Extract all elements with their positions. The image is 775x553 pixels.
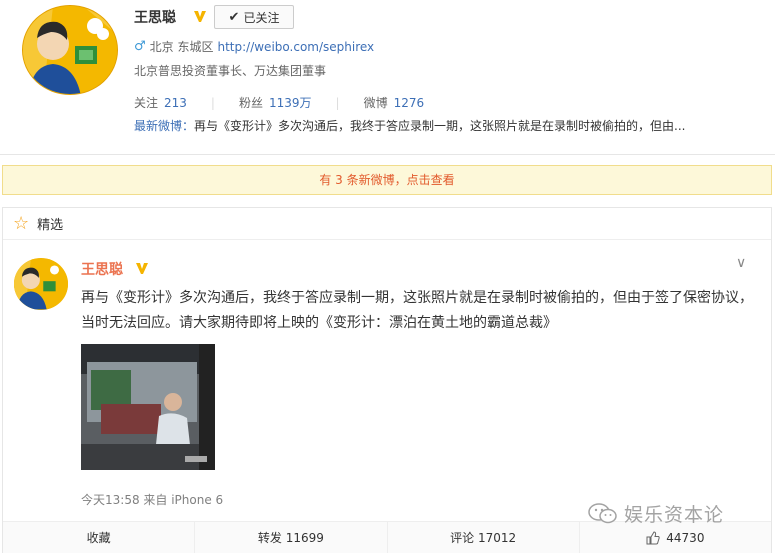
stat-divider: |	[210, 95, 215, 110]
followers-count: 1139万	[268, 96, 312, 110]
location-text: 北京 东城区	[149, 40, 214, 54]
followers-label: 粉丝	[238, 96, 263, 110]
follow-button[interactable]: ✔ 已关注	[214, 5, 294, 29]
repost-label: 转发 11699	[257, 531, 324, 545]
followers-stat[interactable]: 粉丝 1139万	[239, 94, 312, 111]
profile-stats: 关注 213 | 粉丝 1139万 | 微博 1276	[134, 94, 424, 111]
repost-button[interactable]: 转发 11699	[194, 522, 386, 553]
male-icon: ♂	[134, 39, 146, 54]
thumbs-up-icon	[646, 530, 660, 544]
wechat-icon	[588, 502, 617, 523]
profile-bio: 北京普思投资董事长、万达集团董事	[134, 64, 327, 78]
weibo-label: 微博	[363, 96, 388, 110]
chevron-down-icon[interactable]: ∨	[736, 255, 746, 271]
post-avatar[interactable]	[14, 258, 68, 310]
like-count: 44730	[666, 530, 705, 545]
post-meta: 今天13:58 来自 iPhone 6	[81, 493, 224, 507]
verified-icon	[136, 263, 148, 274]
profile-card: 王思聪 ✔ 已关注 ♂ 北京 东城区 http://weibo.com/seph…	[0, 0, 775, 155]
comment-label: 评论 17012	[450, 531, 517, 545]
collect-button[interactable]: 收藏	[3, 522, 194, 553]
feed-header: ☆ 精选	[3, 208, 771, 240]
profile-name[interactable]: 王思聪	[134, 7, 176, 27]
verified-icon	[194, 11, 206, 22]
collect-label: 收藏	[86, 531, 111, 545]
following-label: 关注	[134, 96, 159, 110]
watermark-text: 娱乐资本论	[624, 504, 725, 526]
comment-button[interactable]: 评论 17012	[386, 522, 579, 553]
post-photo[interactable]	[81, 344, 215, 470]
new-posts-notice[interactable]: 有 3 条新微博，点击查看	[2, 165, 772, 195]
checkmark-icon: ✔	[228, 9, 240, 25]
stat-divider: |	[335, 95, 340, 110]
weibo-count: 1276	[393, 96, 425, 110]
post-author[interactable]: 王思聪	[81, 259, 123, 279]
following-count: 213	[164, 96, 187, 110]
weibo-stat[interactable]: 微博 1276	[364, 94, 425, 111]
latest-weibo-text: 再与《变形计》多次沟通后，我终于答应录制一期，这张照片就是在录制时被偷拍的，但由…	[194, 119, 686, 133]
latest-weibo-label: 最新微博：	[134, 119, 195, 133]
watermark: 娱乐资本论	[588, 500, 724, 527]
profile-url[interactable]: http://weibo.com/sephirex	[217, 40, 374, 54]
feed-section-title: 精选	[37, 218, 64, 233]
following-stat[interactable]: 关注 213	[134, 94, 187, 111]
latest-weibo[interactable]: 最新微博：再与《变形计》多次沟通后，我终于答应录制一期，这张照片就是在录制时被偷…	[134, 117, 754, 134]
follow-button-label: 已关注	[243, 10, 280, 25]
location-row: ♂ 北京 东城区 http://weibo.com/sephirex	[134, 38, 374, 55]
post-text: 再与《变形计》多次沟通后，我终于答应录制一期，这张照片就是在录制时被偷拍的，但由…	[81, 290, 753, 331]
star-icon: ☆	[13, 212, 30, 234]
profile-avatar[interactable]	[22, 5, 118, 95]
